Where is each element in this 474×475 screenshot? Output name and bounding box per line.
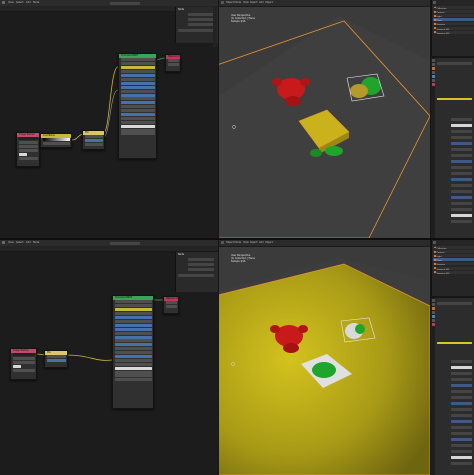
bottom-mix-title: Mix xyxy=(45,351,67,355)
material-tab-icon[interactable] xyxy=(431,323,435,326)
top-npanel-title: Node xyxy=(178,8,184,11)
outliner-item[interactable]: Camera xyxy=(433,250,474,254)
image-texture-node[interactable]: Image Texture xyxy=(10,348,37,380)
top-outliner[interactable]: Collection Camera Light Plane Suzanne Su… xyxy=(431,0,474,56)
bottom-vp-add[interactable]: Add xyxy=(259,241,264,244)
top-viewport-scene xyxy=(219,16,430,238)
bottom-vp-view[interactable]: View xyxy=(243,241,249,244)
top-node-npanel[interactable]: Node xyxy=(175,7,218,43)
bottom-properties-editor[interactable] xyxy=(431,298,474,475)
bottom-vp-mode[interactable]: Object Mode xyxy=(226,241,241,244)
mix-node[interactable]: Mix xyxy=(82,130,105,150)
top-vp-mode[interactable]: Object Mode xyxy=(226,1,241,4)
bottom-npanel-title: Node xyxy=(178,253,184,256)
bottom-3d-viewport[interactable]: Object Mode View Select Add Object User … xyxy=(219,240,430,475)
outliner-item[interactable]: Suzanne.001 xyxy=(433,26,474,31)
bottom-node-editor[interactable]: View Select Add Node Image Texture Mix P… xyxy=(0,240,218,475)
outliner-item[interactable]: Suzanne xyxy=(433,262,474,266)
material-tab-icon[interactable] xyxy=(431,83,435,86)
principled-bsdf-node-title: Principled BSDF xyxy=(119,54,156,58)
top-properties-tabs[interactable] xyxy=(431,58,435,238)
colorramp-node[interactable]: ColorRamp xyxy=(40,133,72,148)
outliner-item[interactable]: Suzanne.001 xyxy=(433,266,474,271)
mix-node[interactable]: Mix xyxy=(44,350,68,368)
bottom-node-npanel[interactable]: Node xyxy=(175,252,218,292)
principled-bsdf-node[interactable]: Principled BSDF xyxy=(118,53,157,159)
material-output-node-title: Material Output xyxy=(166,55,180,59)
bottom-viewport-scene xyxy=(219,258,430,475)
top-properties-editor[interactable] xyxy=(431,58,474,238)
image-texture-node[interactable]: Image Texture xyxy=(16,132,40,167)
material-output-node[interactable]: Material Output xyxy=(163,296,179,314)
top-node-editor[interactable]: View Select Add Node Image Texture Color… xyxy=(0,0,218,238)
outliner-item-selected[interactable]: Plane xyxy=(433,18,474,22)
principled-bsdf-node[interactable]: Principled BSDF xyxy=(112,295,154,409)
bottom-properties-tabs[interactable] xyxy=(431,298,435,475)
material-output-node[interactable]: Material Output xyxy=(165,54,181,72)
outliner-icon[interactable] xyxy=(433,241,436,244)
bottom-bsdf-title: Principled BSDF xyxy=(113,296,153,300)
bottom-vp-object[interactable]: Object xyxy=(265,241,273,244)
object-tab-icon[interactable] xyxy=(431,315,435,318)
bottom-vp-overlay-3: Sample 4/16 xyxy=(231,260,246,263)
outliner-item[interactable]: Suzanne xyxy=(433,22,474,26)
top-vp-object[interactable]: Object xyxy=(265,1,273,4)
colorramp-node-title: ColorRamp xyxy=(41,134,71,138)
top-node-side-tabs[interactable] xyxy=(213,7,217,47)
top-3d-viewport[interactable]: Object Mode View Select Add Object User … xyxy=(219,0,430,238)
mix-node-title: Mix xyxy=(83,131,104,135)
bottom-output-title: Material Output xyxy=(164,297,178,301)
outliner-item[interactable]: Camera xyxy=(433,10,474,14)
outliner-icon[interactable] xyxy=(433,1,436,4)
outliner-item[interactable]: Light xyxy=(433,14,474,18)
outliner-item-selected[interactable]: Plane xyxy=(433,258,474,262)
bottom-image-texture-title: Image Texture xyxy=(11,349,36,353)
top-vp-add[interactable]: Add xyxy=(259,1,264,4)
bottom-outliner[interactable]: Collection Camera Light Plane Suzanne Su… xyxy=(431,240,474,296)
top-vp-view[interactable]: View xyxy=(243,1,249,4)
top-vp-select[interactable]: Select xyxy=(250,1,257,4)
viewport-icon[interactable] xyxy=(221,1,224,4)
outliner-item[interactable]: Suzanne.002 xyxy=(433,30,474,35)
top-vp-overlay-3: Sample 4/16 xyxy=(231,20,246,23)
outliner-item[interactable]: Suzanne.002 xyxy=(433,270,474,275)
viewport-icon[interactable] xyxy=(221,241,224,244)
bottom-vp-select[interactable]: Select xyxy=(250,241,257,244)
outliner-item[interactable]: Collection xyxy=(433,246,474,250)
image-texture-node-title: Image Texture xyxy=(17,133,39,137)
outliner-item[interactable]: Collection xyxy=(433,6,474,10)
outliner-item[interactable]: Light xyxy=(433,254,474,258)
